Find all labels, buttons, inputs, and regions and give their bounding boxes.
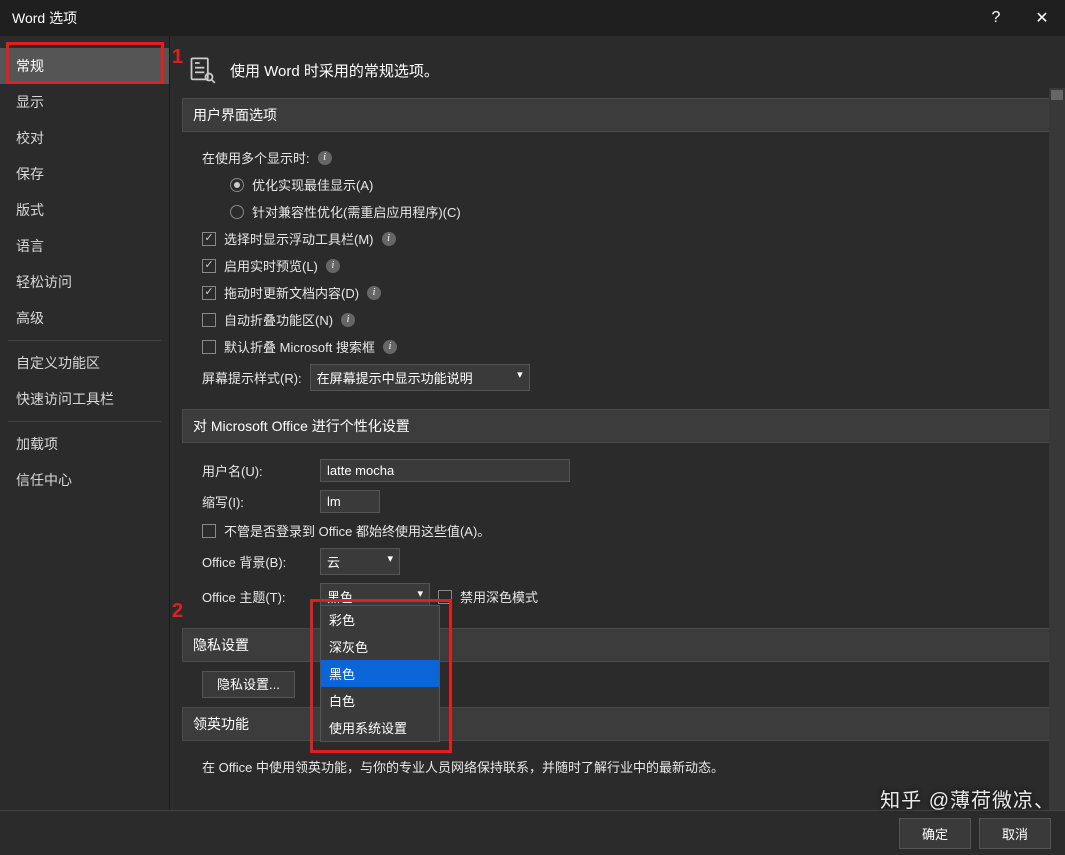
radio-best-display[interactable] <box>230 178 244 192</box>
initials-label: 缩写(I): <box>202 492 312 511</box>
chk-disable-dark[interactable] <box>438 590 452 604</box>
chk-collapse[interactable] <box>202 313 216 327</box>
linkedin-desc: 在 Office 中使用领英功能，与你的专业人员网络保持联系，并随时了解行业中的… <box>202 757 724 776</box>
sidebar-item-language[interactable]: 语言 <box>0 228 169 264</box>
sidebar-item-proofing[interactable]: 校对 <box>0 120 169 156</box>
sidebar-item-display[interactable]: 显示 <box>0 84 169 120</box>
ok-button[interactable]: 确定 <box>899 818 971 849</box>
sidebar-item-general[interactable]: 常规 <box>0 48 169 84</box>
sidebar-item-advanced[interactable]: 高级 <box>0 300 169 336</box>
theme-opt-white[interactable]: 白色 <box>321 687 439 714</box>
titlebar: Word 选项 ? ✕ <box>0 0 1065 36</box>
info-icon[interactable]: i <box>383 340 397 354</box>
sidebar-item-accessibility[interactable]: 轻松访问 <box>0 264 169 300</box>
annotation-num-1: 1 <box>172 46 183 69</box>
info-icon[interactable]: i <box>341 313 355 327</box>
initials-input[interactable]: lm <box>320 490 380 513</box>
info-icon[interactable]: i <box>326 259 340 273</box>
theme-opt-system[interactable]: 使用系统设置 <box>321 714 439 741</box>
radio-compat[interactable] <box>230 205 244 219</box>
chk-dragupdate[interactable] <box>202 286 216 300</box>
chk-collapse-label: 自动折叠功能区(N) <box>224 310 333 329</box>
section-ui-header: 用户界面选项 <box>182 98 1053 132</box>
username-label: 用户名(U): <box>202 461 312 480</box>
cancel-button[interactable]: 取消 <box>979 818 1051 849</box>
chk-dragupdate-label: 拖动时更新文档内容(D) <box>224 283 359 302</box>
info-icon[interactable]: i <box>382 232 396 246</box>
bg-label: Office 背景(B): <box>202 552 312 571</box>
section-privacy-header: 隐私设置 <box>182 628 1053 662</box>
section-personal-header: 对 Microsoft Office 进行个性化设置 <box>182 409 1053 443</box>
options-icon <box>186 54 218 86</box>
multi-display-label: 在使用多个显示时: <box>202 148 310 167</box>
chk-minibar[interactable] <box>202 232 216 246</box>
sidebar-item-save[interactable]: 保存 <box>0 156 169 192</box>
info-icon[interactable]: i <box>318 151 332 165</box>
chk-always-use-label: 不管是否登录到 Office 都始终使用这些值(A)。 <box>224 521 490 540</box>
chk-livepreview-label: 启用实时预览(L) <box>224 256 318 275</box>
chk-disable-dark-label: 禁用深色模式 <box>460 587 538 606</box>
theme-label: Office 主题(T): <box>202 587 312 606</box>
chk-minibar-label: 选择时显示浮动工具栏(M) <box>224 229 374 248</box>
radio-best-display-label: 优化实现最佳显示(A) <box>252 175 373 194</box>
sidebar-item-customize-ribbon[interactable]: 自定义功能区 <box>0 345 169 381</box>
bg-select[interactable]: 云 <box>320 548 400 575</box>
annotation-num-2: 2 <box>172 600 183 623</box>
theme-opt-darkgray[interactable]: 深灰色 <box>321 633 439 660</box>
footer: 确定 取消 <box>0 810 1065 855</box>
screentip-label: 屏幕提示样式(R): <box>202 368 302 387</box>
screentip-select[interactable]: 在屏幕提示中显示功能说明 <box>310 364 530 391</box>
chk-livepreview[interactable] <box>202 259 216 273</box>
chk-always-use[interactable] <box>202 524 216 538</box>
privacy-settings-button[interactable]: 隐私设置... <box>202 671 295 698</box>
page-header-text: 使用 Word 时采用的常规选项。 <box>230 60 439 81</box>
scrollbar[interactable] <box>1049 88 1065 810</box>
chk-mssearch-label: 默认折叠 Microsoft 搜索框 <box>224 337 375 356</box>
page-header: 使用 Word 时采用的常规选项。 <box>182 50 1053 98</box>
theme-dropdown[interactable]: 彩色 深灰色 黑色 白色 使用系统设置 <box>320 605 440 742</box>
window-title: Word 选项 <box>12 8 77 28</box>
radio-compat-label: 针对兼容性优化(需重启应用程序)(C) <box>252 202 461 221</box>
watermark: 知乎 @薄荷微凉、 <box>880 784 1055 813</box>
chk-mssearch[interactable] <box>202 340 216 354</box>
theme-opt-black[interactable]: 黑色 <box>321 660 439 687</box>
main-panel: 使用 Word 时采用的常规选项。 用户界面选项 在使用多个显示时: i 优化实现… <box>170 36 1065 810</box>
section-linkedin-header: 领英功能 <box>182 707 1053 741</box>
close-button[interactable]: ✕ <box>1019 0 1065 36</box>
sidebar-item-layout[interactable]: 版式 <box>0 192 169 228</box>
sidebar-item-addins[interactable]: 加载项 <box>0 426 169 462</box>
sidebar: 常规 显示 校对 保存 版式 语言 轻松访问 高级 自定义功能区 快速访问工具栏… <box>0 36 170 810</box>
sidebar-item-trust[interactable]: 信任中心 <box>0 462 169 498</box>
help-button[interactable]: ? <box>973 0 1019 36</box>
info-icon[interactable]: i <box>367 286 381 300</box>
username-input[interactable]: latte mocha <box>320 459 570 482</box>
theme-opt-colorful[interactable]: 彩色 <box>321 606 439 633</box>
sidebar-item-qat[interactable]: 快速访问工具栏 <box>0 381 169 417</box>
